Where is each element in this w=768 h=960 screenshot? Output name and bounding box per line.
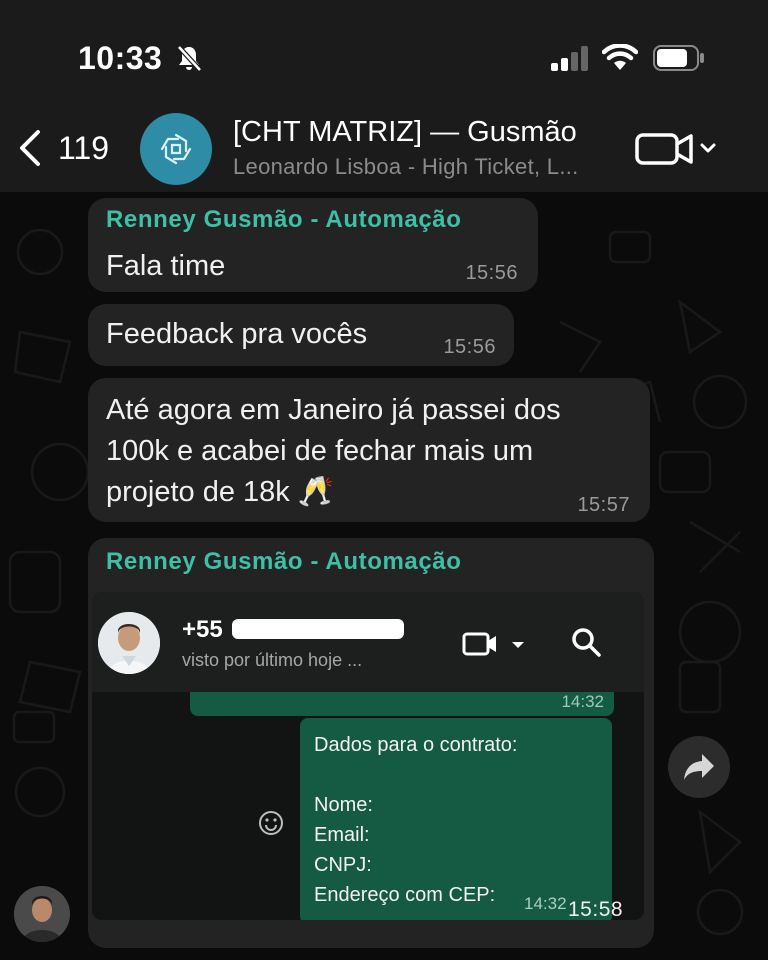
message-text-line: CNPJ: [314, 854, 372, 876]
message-text-line: 100k e acabei de fechar mais um [106, 435, 534, 467]
chat-title[interactable]: [CHT MATRIZ] — Gusmão [233, 116, 577, 149]
search-icon [572, 628, 601, 657]
wifi-icon [602, 44, 638, 70]
sender-name[interactable]: Renney Gusmão - Automação [106, 206, 462, 234]
status-bar: 10:33 [0, 0, 768, 110]
redacted-phone-number [232, 619, 404, 639]
embedded-last-seen: visto por último hoje ... [182, 650, 363, 670]
sender-avatar[interactable] [14, 886, 70, 942]
bell-slash-icon [177, 45, 202, 72]
chevron-down-icon [700, 143, 716, 153]
previous-message-bubble: 14:32 [190, 692, 614, 716]
group-logo-icon [160, 133, 192, 165]
message-time: 15:56 [465, 262, 518, 284]
chat-area[interactable]: Renney Gusmão - Automação Fala time 15:5… [0, 192, 768, 960]
message-text-line: Nome: [314, 794, 373, 816]
embedded-chat-header: +55 visto por último hoje ... [92, 592, 644, 692]
battery-icon [653, 45, 704, 71]
message-text: Fala time [106, 250, 226, 282]
message-text-line: Dados para o contrato: [314, 734, 518, 756]
chat-header: 119 [CHT MATRIZ] — Gusmão Leonardo Lisbo… [0, 110, 768, 192]
group-avatar[interactable] [140, 113, 212, 185]
person-avatar-icon [98, 612, 160, 674]
message-bubble[interactable]: Até agora em Janeiro já passei dos 100k … [88, 378, 650, 522]
message-text-line: Endereço com CEP: [314, 884, 496, 906]
message-time: 14:32 [524, 894, 567, 913]
message-time: 15:58 [568, 898, 624, 921]
outgoing-message-bubble: Dados para o contrato: Nome: Email: CNPJ… [300, 718, 612, 920]
video-call-icon[interactable] [634, 130, 716, 166]
message-text-line: Até agora em Janeiro já passei dos [106, 394, 561, 426]
emoji-icon [259, 811, 283, 835]
embedded-chat-body: 14:32 Dados para o contrato: Nome: Email… [92, 692, 644, 920]
message-bubble[interactable]: Feedback pra vocês 15:56 [88, 304, 514, 366]
video-call-icon [462, 632, 524, 656]
message-bubble[interactable]: Renney Gusmão - Automação Fala time 15:5… [88, 198, 538, 292]
shared-screenshot-image[interactable]: +55 visto por último hoje ... 14:32 Dado… [92, 592, 644, 920]
message-text-line: projeto de 18k 🥂 [106, 476, 334, 508]
message-time: 15:57 [577, 494, 630, 516]
message-time: 15:56 [443, 336, 496, 358]
chevron-down-icon [512, 642, 524, 648]
person-avatar-icon [14, 886, 70, 942]
chat-subtitle[interactable]: Leonardo Lisboa - High Ticket, L... [233, 154, 579, 180]
cellular-signal-icon [551, 46, 588, 71]
forward-button[interactable] [668, 736, 730, 798]
message-text-line: Email: [314, 824, 370, 846]
unread-count[interactable]: 119 [58, 130, 109, 167]
forward-icon [684, 754, 714, 780]
message-time: 14:32 [561, 692, 604, 711]
embedded-contact-name: +55 [182, 616, 223, 643]
status-time: 10:33 [78, 40, 163, 76]
contact-avatar [98, 612, 160, 674]
back-chevron-icon[interactable] [14, 128, 44, 168]
message-text: Feedback pra vocês [106, 318, 368, 350]
sender-name[interactable]: Renney Gusmão - Automação [106, 548, 462, 576]
